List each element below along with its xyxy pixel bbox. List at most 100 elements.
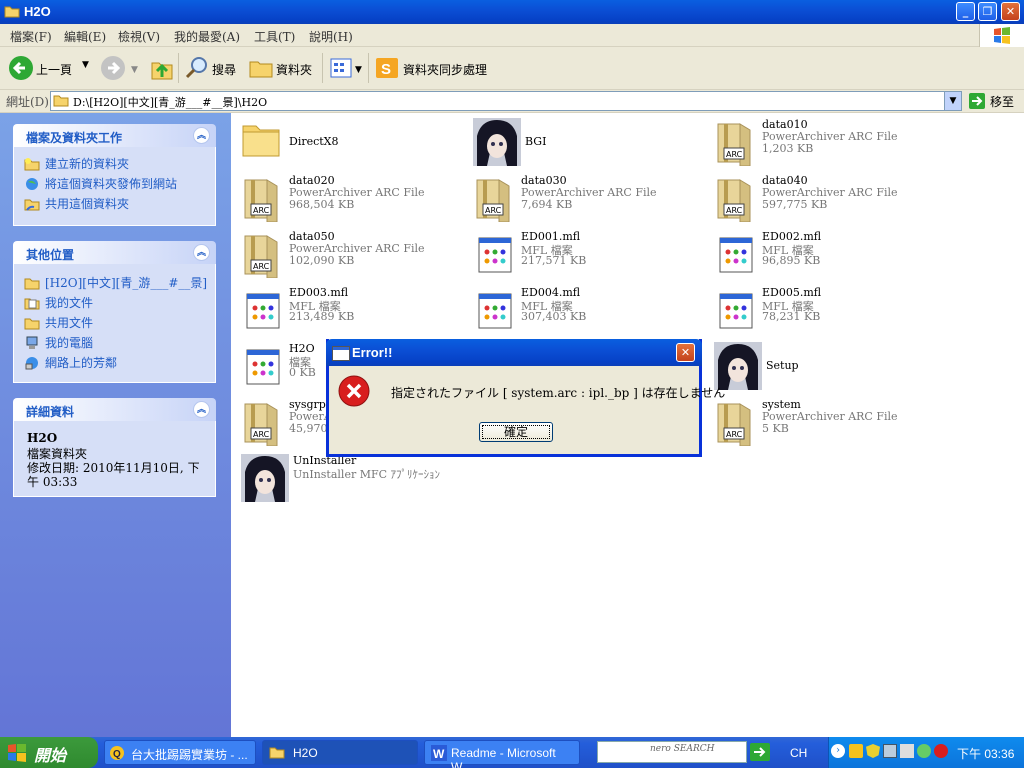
taskbar-item-h2o[interactable]: H2O	[262, 740, 418, 765]
error-message: 指定されたファイル [ system.arc : ipl._bp ] は存在しま…	[391, 386, 726, 400]
error-dialog-titlebar[interactable]: Error!! ✕	[326, 339, 702, 366]
forward-arrow-icon: ▼	[101, 56, 138, 80]
up-folder-button[interactable]	[150, 55, 174, 81]
menu-tools[interactable]: 工具(T)	[254, 28, 295, 45]
file-item[interactable]: ARC system PowerArchiver ARC File 5 KB	[714, 398, 944, 450]
place-shared-documents[interactable]: 共用文件	[24, 314, 93, 331]
file-item[interactable]: UnInstaller UnInstaller MFC ｱﾌﾟﾘｹｰｼｮﾝ	[241, 454, 471, 506]
file-item[interactable]: ARC data040 PowerArchiver ARC File 597,775 …	[714, 174, 944, 226]
start-button[interactable]: 開始	[0, 737, 98, 768]
go-arrow-icon	[969, 93, 985, 109]
place-my-computer[interactable]: 我的電腦	[24, 334, 93, 351]
folder-icon	[24, 316, 40, 330]
views-button[interactable]: ▼	[328, 55, 364, 81]
folder-sync-button[interactable]: S 資料夾同步處理	[374, 55, 494, 81]
svg-text:ARC: ARC	[253, 430, 270, 439]
folder-icon	[269, 747, 285, 759]
character-icon	[473, 118, 521, 166]
file-size: 968,504 KB	[289, 198, 355, 211]
task-share-folder[interactable]: 共用這個資料夾	[24, 195, 129, 212]
menu-edit[interactable]: 編輯(E)	[64, 28, 106, 45]
update-icon[interactable]	[917, 744, 931, 758]
up-folder-icon	[151, 62, 173, 80]
collapse-icon[interactable]: ︽	[193, 244, 210, 261]
back-button[interactable]: 上一頁 ▼	[8, 55, 94, 81]
network-icon[interactable]	[883, 744, 897, 758]
file-item[interactable]: ED001.mfl MFL 檔案 217,571 KB	[473, 230, 703, 282]
back-arrow-icon	[9, 56, 33, 80]
close-button[interactable]: ✕	[1001, 2, 1020, 21]
file-item[interactable]: ARC data050 PowerArchiver ARC File 102,090 …	[241, 230, 471, 282]
file-item[interactable]: DirectX8	[241, 118, 471, 170]
error-icon	[337, 374, 371, 408]
menu-help[interactable]: 說明(H)	[309, 28, 353, 45]
globe-icon	[24, 177, 40, 191]
place-my-documents[interactable]: 我的文件	[24, 294, 93, 311]
arc-archive-icon: ARC	[714, 398, 758, 447]
svg-text:Q: Q	[113, 749, 121, 760]
dialog-close-button[interactable]: ✕	[676, 343, 695, 362]
file-name: Setup	[766, 359, 799, 372]
taskbar-item-browser[interactable]: Q 台大批踢踢實業坊 - ...	[104, 740, 256, 765]
speaker-icon[interactable]	[900, 744, 914, 758]
security-alert-icon[interactable]	[934, 744, 948, 758]
search-button[interactable]: 搜尋	[184, 55, 244, 81]
file-item[interactable]: ED004.mfl MFL 檔案 307,403 KB	[473, 286, 703, 338]
file-item[interactable]: BGI	[473, 118, 703, 170]
arc-archive-icon: ARC	[473, 174, 517, 223]
details-type: 檔案資料夾	[27, 447, 88, 461]
address-input[interactable]: D:\[H2O][中文][青_游___#__景]\H2O ▼	[50, 91, 962, 111]
file-item[interactable]: ED002.mfl MFL 檔案 96,895 KB	[714, 230, 944, 282]
svg-text:ARC: ARC	[253, 206, 270, 215]
menu-file[interactable]: 檔案(F)	[10, 28, 52, 45]
word-icon: W	[431, 745, 447, 761]
restore-button[interactable]: ❐	[978, 2, 997, 21]
details-name: H2O	[27, 431, 58, 445]
address-dropdown-button[interactable]: ▼	[944, 92, 961, 110]
task-new-folder[interactable]: 建立新的資料夾	[24, 155, 129, 172]
tasks-panel-header[interactable]: 檔案及資料夾工作 ︽	[13, 124, 216, 147]
show-hidden-icons-button[interactable]: ›	[831, 744, 845, 758]
mfl-file-icon	[473, 286, 517, 334]
mfl-file-icon	[241, 286, 285, 334]
details-header[interactable]: 詳細資料 ︽	[13, 398, 216, 421]
nero-search-logo: nero SEARCH	[650, 744, 715, 754]
file-size: 213,489 KB	[289, 310, 355, 323]
svg-text:ARC: ARC	[485, 206, 502, 215]
place-parent-folder[interactable]: [H2O][中文][青_游___#__景]	[24, 274, 207, 291]
details-panel: 詳細資料 ︽ H2O 檔案資料夾 修改日期: 2010年11月10日, 下午 03…	[13, 398, 216, 497]
go-arrow-icon[interactable]	[750, 743, 770, 761]
forward-button[interactable]: ▼	[100, 55, 140, 81]
collapse-icon[interactable]: ︽	[193, 401, 210, 418]
menu-favorites[interactable]: 我的最愛(A)	[174, 28, 240, 45]
ok-button[interactable]: 確定	[479, 422, 553, 442]
go-button[interactable]: 移至	[968, 92, 1022, 110]
menu-bar: 檔案(F) 編輯(E) 檢視(V) 我的最愛(A) 工具(T) 說明(H)	[0, 24, 1024, 47]
file-size: 307,403 KB	[521, 310, 587, 323]
file-item[interactable]: ED003.mfl MFL 檔案 213,489 KB	[241, 286, 471, 338]
title-bar[interactable]: H2O _ ❐ ✕	[0, 0, 1024, 24]
file-item[interactable]: ED005.mfl MFL 檔案 78,231 KB	[714, 286, 944, 338]
clock[interactable]: 下午 03:36	[957, 745, 1014, 762]
folder-icon	[4, 4, 20, 18]
menu-view[interactable]: 檢視(V)	[118, 28, 160, 45]
minimize-button[interactable]: _	[956, 2, 975, 21]
folder-icon	[24, 276, 40, 290]
file-item[interactable]: ARC data020 PowerArchiver ARC File 968,504 …	[241, 174, 471, 226]
task-publish-web[interactable]: 將這個資料夾發佈到網站	[24, 175, 177, 192]
place-network[interactable]: 網路上的芳鄰	[24, 354, 117, 371]
other-places-header[interactable]: 其他位置 ︽	[13, 241, 216, 264]
file-item[interactable]: Setup	[714, 342, 944, 394]
file-item[interactable]: ARC data030 PowerArchiver ARC File 7,694 KB	[473, 174, 703, 226]
shield-icon[interactable]	[866, 744, 880, 758]
language-indicator[interactable]: CH	[790, 746, 807, 760]
collapse-icon[interactable]: ︽	[193, 127, 210, 144]
taskbar-item-word[interactable]: W Readme - Microsoft W...	[424, 740, 580, 774]
file-item[interactable]: ARC data010 PowerArchiver ARC File 1,203 KB	[714, 118, 944, 170]
nero-search-box[interactable]: nero SEARCH	[597, 741, 747, 763]
dropdown-icon[interactable]: ▼	[82, 60, 89, 70]
arc-archive-icon: ARC	[714, 118, 758, 167]
svg-text:ARC: ARC	[726, 206, 743, 215]
folders-button[interactable]: 資料夾	[248, 55, 318, 81]
tray-app-icon[interactable]	[849, 744, 863, 758]
